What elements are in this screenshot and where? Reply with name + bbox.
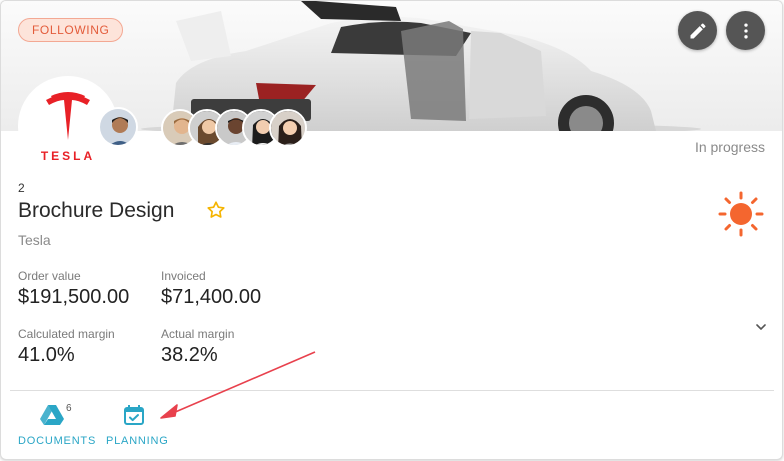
client-name: Tesla xyxy=(18,232,51,248)
drive-icon xyxy=(40,405,64,425)
calculated-margin-value: 41.0% xyxy=(18,344,75,366)
actions-divider xyxy=(10,390,774,391)
invoiced-label: Invoiced xyxy=(161,269,206,283)
documents-count-badge: 6 xyxy=(66,403,72,414)
invoiced-value: $71,400.00 xyxy=(161,286,262,308)
sun-icon xyxy=(717,190,765,243)
expand-chevron-icon[interactable] xyxy=(753,319,769,340)
more-vert-icon xyxy=(743,23,748,38)
calculated-margin-label: Calculated margin xyxy=(18,327,115,341)
order-value: $191,500.00 xyxy=(18,286,130,308)
team-avatar-5[interactable] xyxy=(269,109,307,147)
calendar-check-icon xyxy=(124,405,144,425)
actual-margin-value: 38.2% xyxy=(161,344,218,366)
actual-margin-label: Actual margin xyxy=(161,327,235,341)
project-card[interactable]: FOLLOWING TESLA In progress 2 Brochure D xyxy=(0,0,783,460)
planning-label: PLANNING xyxy=(106,435,169,447)
planning-button[interactable]: PLANNING xyxy=(104,401,174,451)
more-options-button[interactable] xyxy=(726,11,765,50)
svg-text:TESLA: TESLA xyxy=(41,149,95,163)
order-value-label: Order value xyxy=(18,269,81,283)
following-badge[interactable]: FOLLOWING xyxy=(18,18,124,42)
favorite-star-icon[interactable] xyxy=(205,199,227,226)
project-title: Brochure Design xyxy=(18,199,175,222)
edit-button[interactable] xyxy=(678,11,717,50)
project-number: 2 xyxy=(18,181,25,195)
pencil-icon xyxy=(690,22,706,38)
owner-avatar[interactable] xyxy=(98,107,138,147)
documents-button[interactable]: DOCUMENTS xyxy=(16,401,96,451)
documents-label: DOCUMENTS xyxy=(18,435,97,447)
status-label: In progress xyxy=(694,139,765,155)
